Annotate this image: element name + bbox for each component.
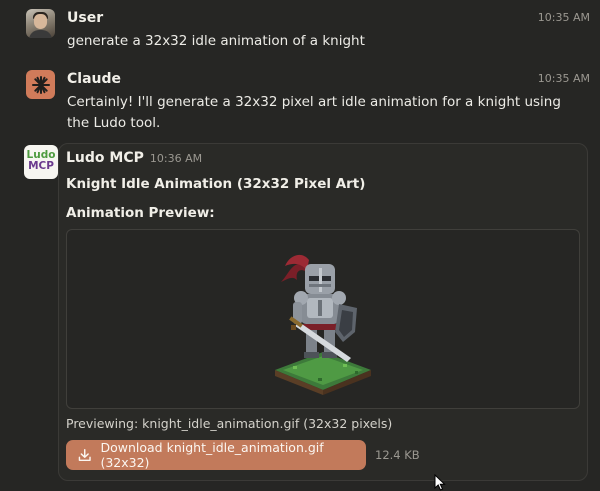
user-avatar: [26, 9, 55, 38]
preview-caption: Previewing: knight_idle_animation.gif (3…: [66, 416, 393, 431]
chat-thread: User 10:35 AM generate a 32x32 idle anim…: [0, 0, 600, 491]
result-title: Knight Idle Animation (32x32 Pixel Art): [66, 176, 366, 192]
tool-name: Ludo MCP: [66, 150, 144, 166]
tool-header: Ludo MCP 10:36 AM: [66, 150, 202, 166]
assistant-message-time: 10:35 AM: [537, 72, 590, 85]
assistant-message: Claude 10:35 AM Certainly! I'll generate…: [26, 70, 590, 132]
user-sender-name: User: [67, 10, 104, 26]
assistant-sender-name: Claude: [67, 71, 122, 87]
file-size: 12.4 KB: [375, 448, 420, 462]
user-message: User 10:35 AM generate a 32x32 idle anim…: [26, 9, 590, 53]
user-message-time: 10:35 AM: [537, 11, 590, 24]
download-button-label: Download knight_idle_animation.gif (32x3…: [100, 440, 324, 470]
animation-preview: [66, 229, 580, 409]
user-message-text: generate a 32x32 idle animation of a kni…: [67, 33, 365, 49]
ludo-mcp-logo-icon: Ludo MCP: [24, 145, 58, 179]
download-button[interactable]: Download knight_idle_animation.gif (32x3…: [66, 440, 366, 470]
download-icon: [78, 448, 91, 462]
pixel-knight-sprite-icon: [275, 254, 371, 395]
tool-time: 10:36 AM: [149, 152, 203, 165]
mouse-cursor-icon: [434, 474, 446, 491]
assistant-message-text: Certainly! I'll generate a 32x32 pixel a…: [67, 94, 561, 131]
preview-label: Animation Preview:: [66, 205, 215, 221]
claude-logo-icon: [26, 70, 55, 99]
